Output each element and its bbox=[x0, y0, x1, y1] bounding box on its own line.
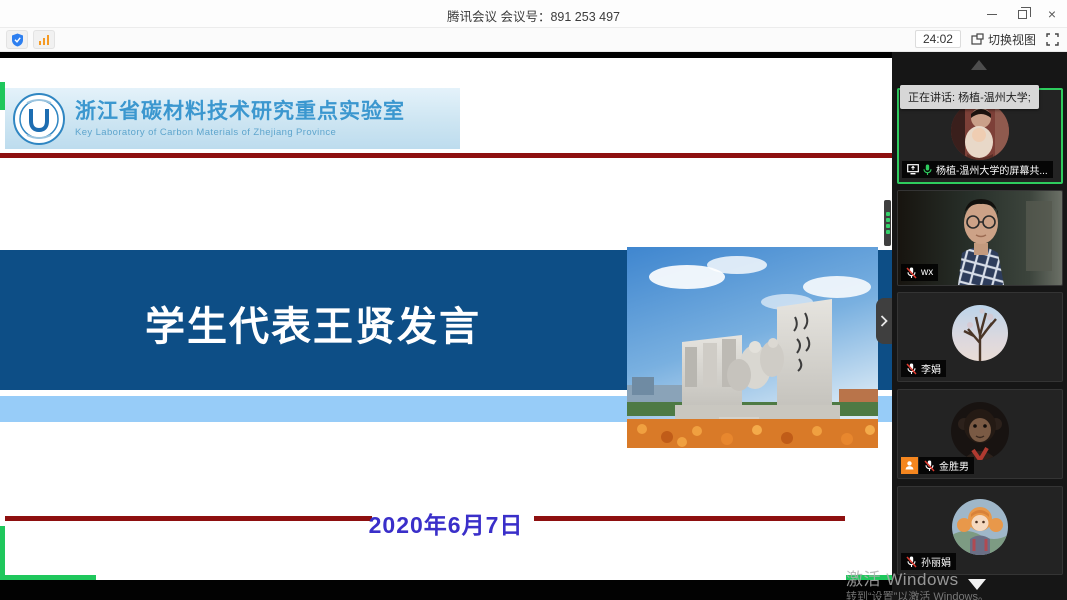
meeting-security-button[interactable] bbox=[6, 30, 28, 49]
mic-muted-icon bbox=[906, 363, 917, 375]
network-status-button[interactable] bbox=[33, 30, 55, 49]
participants-sidebar: 正在讲话: 杨植-温州大学; bbox=[892, 52, 1067, 600]
shield-icon bbox=[11, 33, 24, 47]
campus-monument-photo bbox=[627, 247, 878, 448]
avatar bbox=[951, 102, 1009, 160]
scroll-up-arrow[interactable] bbox=[971, 60, 987, 70]
slide-date: 2020年6月7日 bbox=[0, 506, 892, 540]
mic-on-icon bbox=[923, 164, 932, 176]
avatar bbox=[951, 402, 1009, 460]
share-border-segment bbox=[0, 575, 96, 580]
lab-title-cn: 浙江省碳材料技术研究重点实验室 bbox=[75, 100, 405, 124]
restore-icon bbox=[1018, 10, 1027, 19]
switch-view-icon bbox=[971, 33, 984, 46]
share-border-segment bbox=[0, 526, 5, 580]
restore-button[interactable] bbox=[1007, 0, 1037, 28]
participant-name: 李娟 bbox=[921, 361, 941, 376]
close-icon: × bbox=[1048, 7, 1056, 21]
switch-view-button[interactable]: 切换视图 bbox=[971, 31, 1036, 48]
participant-tile-wx[interactable]: wx bbox=[897, 190, 1063, 286]
windows-activation-watermark-sub: 转到“设置”以激活 Windows。 bbox=[846, 588, 989, 600]
avatar bbox=[952, 305, 1008, 361]
window-title: 腾讯会议 会议号：891 253 497 bbox=[0, 6, 1067, 25]
screen-share-icon bbox=[907, 164, 919, 175]
fullscreen-button[interactable] bbox=[1046, 33, 1059, 46]
tencent-meeting-window: 腾讯会议 会议号：891 253 497 × 24:02 bbox=[0, 0, 1067, 600]
minimize-icon bbox=[987, 14, 997, 15]
signal-bars-icon bbox=[39, 34, 50, 45]
university-logo bbox=[13, 93, 65, 145]
member-badge-icon bbox=[901, 457, 918, 474]
mic-muted-icon bbox=[906, 267, 917, 279]
slide-header-banner: 浙江省碳材料技术研究重点实验室 Key Laboratory of Carbon… bbox=[5, 88, 460, 149]
minimize-button[interactable] bbox=[977, 0, 1007, 28]
close-button[interactable]: × bbox=[1037, 0, 1067, 28]
mic-muted-icon bbox=[924, 460, 935, 472]
chevron-right-icon bbox=[880, 315, 888, 327]
window-controls: × bbox=[977, 0, 1067, 28]
meeting-toolbar: 24:02 切换视图 bbox=[0, 28, 1067, 52]
participant-name: 金胜男 bbox=[939, 458, 969, 473]
edge-level-meter bbox=[884, 200, 891, 246]
title-bar: 腾讯会议 会议号：891 253 497 × bbox=[0, 0, 1067, 28]
participant-tile-5[interactable]: 孙丽娟 bbox=[897, 486, 1063, 575]
next-slide-button[interactable] bbox=[876, 298, 892, 344]
share-border-segment bbox=[0, 82, 5, 110]
lab-title-en: Key Laboratory of Carbon Materials of Zh… bbox=[75, 127, 405, 138]
shared-screen-area: 浙江省碳材料技术研究重点实验室 Key Laboratory of Carbon… bbox=[0, 58, 892, 580]
meeting-timer: 24:02 bbox=[915, 30, 961, 48]
windows-activation-watermark: 激活 Windows bbox=[846, 565, 959, 590]
fullscreen-icon bbox=[1046, 33, 1059, 46]
participant-name: wx bbox=[921, 267, 933, 278]
switch-view-label: 切换视图 bbox=[988, 31, 1036, 48]
participant-tile-4[interactable]: 金胜男 bbox=[897, 389, 1063, 479]
speaking-tooltip: 正在讲话: 杨植-温州大学; bbox=[900, 85, 1039, 109]
participant-tile-3[interactable]: 李娟 bbox=[897, 292, 1063, 382]
top-red-rule bbox=[0, 153, 892, 158]
avatar bbox=[952, 499, 1008, 555]
slide-title-text: 学生代表王贤发言 bbox=[145, 294, 481, 352]
participant-name: 杨植-温州大学的屏幕共... bbox=[936, 162, 1048, 177]
